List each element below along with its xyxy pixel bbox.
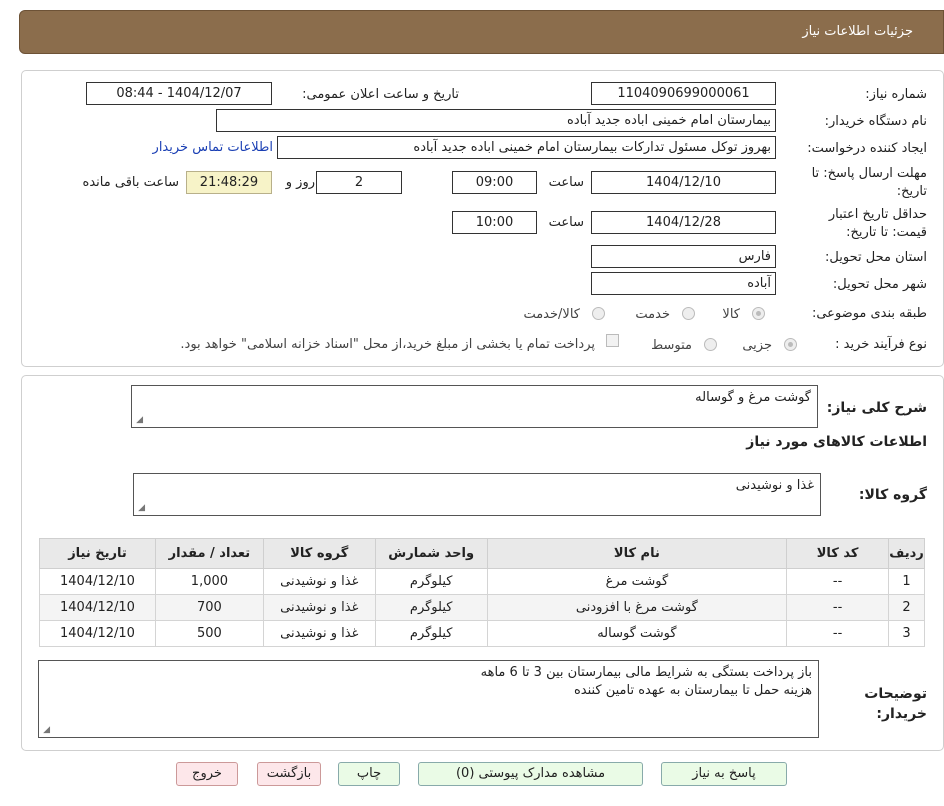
col-goods-name: نام کالا <box>486 538 788 569</box>
category-radio-service[interactable] <box>682 307 695 320</box>
city-label: شهر محل تحویل: <box>832 277 927 292</box>
need-number-label: شماره نیاز: <box>865 87 927 102</box>
treasury-note: پرداخت تمام یا بخشی از مبلغ خرید،از محل … <box>180 337 595 352</box>
cell: غذا و نوشیدنی <box>262 594 376 621</box>
cell: -- <box>786 620 890 647</box>
treasury-checkbox[interactable] <box>606 334 619 347</box>
cell: گوشت مرغ با افزودنی <box>486 594 788 621</box>
cell: غذا و نوشیدنی <box>262 568 376 595</box>
col-unit: واحد شمارش <box>374 538 488 569</box>
category-label: طبقه بندی موضوعی: <box>811 306 927 321</box>
process-radio-medium[interactable] <box>704 338 717 351</box>
col-goods-group: گروه کالا <box>262 538 376 569</box>
reply-time-field: 09:00 <box>452 171 537 194</box>
goods-group-field: غذا و نوشیدنی ◢ <box>133 473 821 516</box>
price-validity-label: حداقل تاریخ اعتبار قیمت: تا تاریخ: <box>828 207 927 240</box>
process-option-medium: متوسط <box>651 338 692 353</box>
page-title: جزئیات اطلاعات نیاز <box>802 24 913 39</box>
description-value: گوشت مرغ و گوساله <box>695 390 811 405</box>
col-quantity: تعداد / مقدار <box>154 538 264 569</box>
table-row: 3 -- گوشت گوساله کیلوگرم غذا و نوشیدنی 5… <box>39 620 925 647</box>
category-option-service: خدمت <box>635 307 670 322</box>
remaining-time-field: 21:48:29 <box>186 171 272 194</box>
buyer-org-field: بیمارستان امام خمینی اباده جدید آباده <box>216 109 776 132</box>
cell: -- <box>786 594 890 621</box>
category-radio-goods[interactable] <box>752 307 765 320</box>
page-header: جزئیات اطلاعات نیاز <box>19 10 944 54</box>
cell: گوشت مرغ <box>486 568 788 595</box>
price-time-field: 10:00 <box>452 211 537 234</box>
print-button[interactable]: چاپ <box>338 762 400 786</box>
remaining-time-label: ساعت باقی مانده <box>82 175 179 190</box>
requester-label: ایجاد کننده درخواست: <box>807 141 927 156</box>
table-header-row: ردیف کد کالا نام کالا واحد شمارش گروه کا… <box>39 538 925 569</box>
resize-grip-icon[interactable]: ◢ <box>136 504 145 513</box>
reply-time-word: ساعت <box>548 175 584 190</box>
reply-to-need-button[interactable]: پاسخ به نیاز <box>661 762 787 786</box>
cell: 1404/12/10 <box>39 620 156 647</box>
table-row: 2 -- گوشت مرغ با افزودنی کیلوگرم غذا و ن… <box>39 594 925 621</box>
description-field: گوشت مرغ و گوساله ◢ <box>131 385 818 428</box>
cell: کیلوگرم <box>374 620 488 647</box>
cell: 1 <box>888 568 925 595</box>
view-attachments-button[interactable]: مشاهده مدارک پیوستی (0) <box>418 762 643 786</box>
buyer-notes-line-1: باز پرداخت بستگی به شرایط مالی بیمارستان… <box>480 665 812 680</box>
cell: -- <box>786 568 890 595</box>
buyer-notes-line-2: هزینه حمل تا بیمارستان به عهده تامین کنن… <box>573 683 812 698</box>
category-option-goods-service: کالا/خدمت <box>523 307 580 322</box>
col-row-number: ردیف <box>888 538 925 569</box>
reply-date-field: 1404/12/10 <box>591 171 776 194</box>
reply-deadline-label: مهلت ارسال پاسخ: تا تاریخ: <box>811 166 927 199</box>
process-radio-partial[interactable] <box>784 338 797 351</box>
cell: 3 <box>888 620 925 647</box>
province-field: فارس <box>591 245 776 268</box>
cell: 1,000 <box>154 568 264 595</box>
cell: 2 <box>888 594 925 621</box>
need-number-field: 1104090699000061 <box>591 82 776 105</box>
goods-info-title: اطلاعات کالاهای مورد نیاز <box>746 434 927 450</box>
cell: کیلوگرم <box>374 594 488 621</box>
announce-datetime-field: 1404/12/07 - 08:44 <box>86 82 272 105</box>
process-option-partial: جزیی <box>742 338 772 353</box>
col-goods-code: کد کالا <box>786 538 890 569</box>
back-button[interactable]: بازگشت <box>257 762 321 786</box>
description-label: شرح کلی نیاز: <box>826 400 927 416</box>
table-row: 1 -- گوشت مرغ کیلوگرم غذا و نوشیدنی 1,00… <box>39 568 925 595</box>
city-field: آباده <box>591 272 776 295</box>
goods-group-label: گروه کالا: <box>858 487 927 503</box>
cell: 700 <box>154 594 264 621</box>
buyer-notes-field: باز پرداخت بستگی به شرایط مالی بیمارستان… <box>38 660 819 738</box>
exit-button[interactable]: خروج <box>176 762 238 786</box>
cell: 1404/12/10 <box>39 568 156 595</box>
cell: 1404/12/10 <box>39 594 156 621</box>
buyer-org-label: نام دستگاه خریدار: <box>824 114 927 129</box>
goods-table: ردیف کد کالا نام کالا واحد شمارش گروه کا… <box>39 538 925 647</box>
process-type-label: نوع فرآیند خرید : <box>835 337 927 352</box>
cell: 500 <box>154 620 264 647</box>
requester-field: بهروز توکل مسئول تدارکات بیمارستان امام … <box>277 136 776 159</box>
cell: غذا و نوشیدنی <box>262 620 376 647</box>
goods-group-value: غذا و نوشیدنی <box>735 478 814 493</box>
cell: کیلوگرم <box>374 568 488 595</box>
price-time-word: ساعت <box>548 215 584 230</box>
province-label: استان محل تحویل: <box>825 250 927 265</box>
days-remaining-field: 2 <box>316 171 402 194</box>
days-word: روز و <box>285 175 315 190</box>
category-radio-goods-service[interactable] <box>592 307 605 320</box>
buyer-contact-link[interactable]: اطلاعات تماس خریدار <box>153 140 273 155</box>
price-date-field: 1404/12/28 <box>591 211 776 234</box>
cell: گوشت گوساله <box>486 620 788 647</box>
announce-datetime-label: تاریخ و ساعت اعلان عمومی: <box>302 87 459 102</box>
resize-grip-icon[interactable]: ◢ <box>134 416 143 425</box>
buyer-notes-label: توضیحات خریدار: <box>864 686 927 722</box>
category-option-goods: کالا <box>722 307 740 322</box>
resize-grip-icon[interactable]: ◢ <box>41 726 50 735</box>
col-need-date: تاریخ نیاز <box>39 538 156 569</box>
